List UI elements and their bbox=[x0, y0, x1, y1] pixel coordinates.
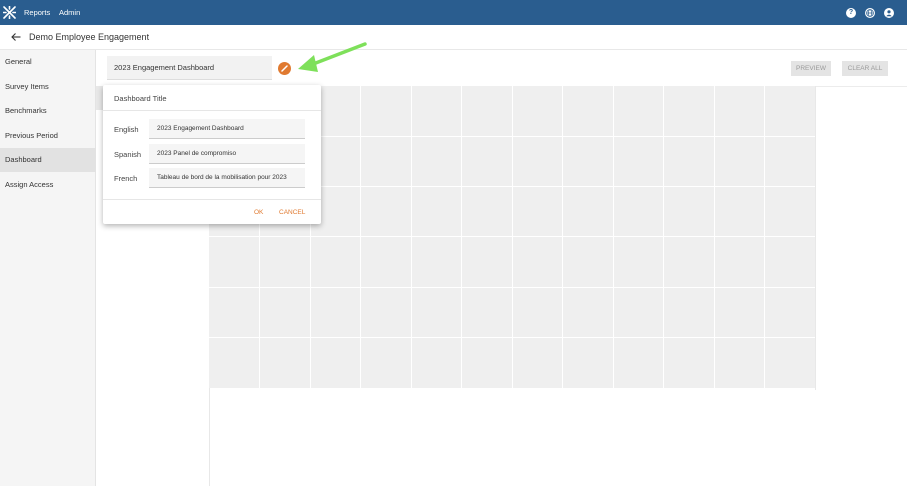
dashboard-title-dialog: Dashboard Title English 2023 Engagement … bbox=[103, 85, 321, 224]
dashboard-title-field[interactable]: 2023 Engagement Dashboard bbox=[107, 56, 272, 80]
grid-column-divider bbox=[461, 86, 462, 388]
canvas-left-border bbox=[209, 388, 210, 486]
account-icon[interactable] bbox=[884, 8, 894, 18]
clear-all-button[interactable]: CLEAR ALL bbox=[842, 61, 888, 76]
help-icon[interactable]: ? bbox=[846, 8, 856, 18]
english-label: English bbox=[114, 125, 139, 134]
canvas-right-border bbox=[815, 86, 816, 390]
grid-row-divider bbox=[209, 337, 815, 338]
dialog-header-divider bbox=[103, 110, 321, 111]
grid-row-divider bbox=[209, 287, 815, 288]
pencil-icon bbox=[281, 65, 288, 72]
nav-reports-link[interactable]: Reports bbox=[24, 8, 50, 17]
grid-column-divider bbox=[562, 86, 563, 388]
app-logo-icon[interactable] bbox=[3, 6, 16, 19]
nav-admin-link[interactable]: Admin bbox=[59, 8, 80, 17]
settings-sidebar: General Survey Items Benchmarks Previous… bbox=[0, 50, 96, 486]
page-title: Demo Employee Engagement bbox=[29, 32, 150, 42]
grid-column-divider bbox=[764, 86, 765, 388]
dialog-title: Dashboard Title bbox=[114, 94, 167, 103]
grid-column-divider bbox=[360, 86, 361, 388]
grid-row-divider bbox=[209, 236, 815, 237]
spanish-title-input[interactable]: 2023 Panel de compromiso bbox=[149, 144, 305, 164]
edit-title-button[interactable] bbox=[278, 62, 291, 75]
grid-column-divider bbox=[714, 86, 715, 388]
page-header: Demo Employee Engagement bbox=[0, 25, 907, 50]
sidebar-item-benchmarks[interactable]: Benchmarks bbox=[0, 99, 96, 123]
grid-column-divider bbox=[613, 86, 614, 388]
french-label: French bbox=[114, 174, 138, 183]
sidebar-item-dashboard[interactable]: Dashboard bbox=[0, 148, 96, 172]
english-title-input[interactable]: 2023 Engagement Dashboard bbox=[149, 119, 305, 139]
grid-column-divider bbox=[663, 86, 664, 388]
french-title-input[interactable]: Tableau de bord de la mobilisation pour … bbox=[149, 168, 305, 188]
sidebar-item-previous-period[interactable]: Previous Period bbox=[0, 124, 96, 148]
grid-column-divider bbox=[512, 86, 513, 388]
sidebar-item-survey-items[interactable]: Survey Items bbox=[0, 75, 96, 99]
ok-button[interactable]: OK bbox=[254, 209, 263, 216]
annotation-arrow-icon bbox=[298, 42, 367, 72]
top-navigation-bar: Reports Admin ? bbox=[0, 0, 907, 25]
preview-button[interactable]: PREVIEW bbox=[791, 61, 831, 76]
spanish-label: Spanish bbox=[114, 150, 142, 159]
sidebar-item-assign-access[interactable]: Assign Access bbox=[0, 173, 96, 197]
dialog-footer-divider bbox=[103, 199, 321, 200]
back-arrow-icon[interactable] bbox=[10, 31, 22, 43]
cancel-button[interactable]: CANCEL bbox=[279, 209, 305, 216]
sidebar-item-general[interactable]: General bbox=[0, 50, 96, 74]
language-globe-icon[interactable] bbox=[865, 8, 875, 18]
grid-column-divider bbox=[411, 86, 412, 388]
